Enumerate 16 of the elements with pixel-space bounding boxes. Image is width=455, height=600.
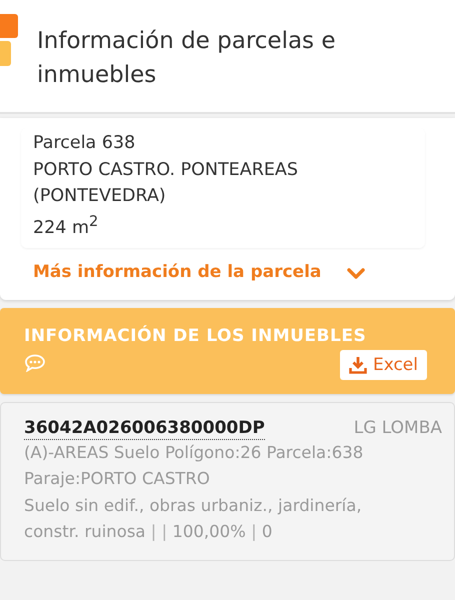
- speech-bubble-icon[interactable]: [24, 354, 46, 372]
- property-description: (A)-AREAS Suelo Polígono:26 Parcela:638: [24, 442, 364, 464]
- parcel-name: Parcela 638: [33, 132, 136, 155]
- section-title: INFORMACIÓN DE LOS INMUEBLES: [24, 326, 368, 346]
- cadastral-reference-link[interactable]: 36042A026006380000DP: [24, 416, 265, 440]
- download-icon: [348, 356, 367, 374]
- more-info-link[interactable]: Más información de la parcela: [33, 262, 425, 282]
- chevron-down-icon: [347, 268, 366, 280]
- logo-icon: [0, 14, 18, 66]
- property-location: LG LOMBA: [354, 418, 442, 438]
- page-title: Información de parcelas e inmuebles: [37, 27, 337, 90]
- property-details: Suelo sin edif., obras urbaniz., jardinería, constr. ruinosa | | 100,00% | 0: [24, 494, 363, 544]
- property-description: Paraje:PORTO CASTRO: [24, 468, 211, 490]
- parcel-address: PORTO CASTRO. PONTEAREAS (PONTEVEDRA): [33, 158, 300, 208]
- excel-download-button[interactable]: Excel: [340, 350, 427, 380]
- parcel-area: 224 m$^{2}$: [33, 210, 353, 242]
